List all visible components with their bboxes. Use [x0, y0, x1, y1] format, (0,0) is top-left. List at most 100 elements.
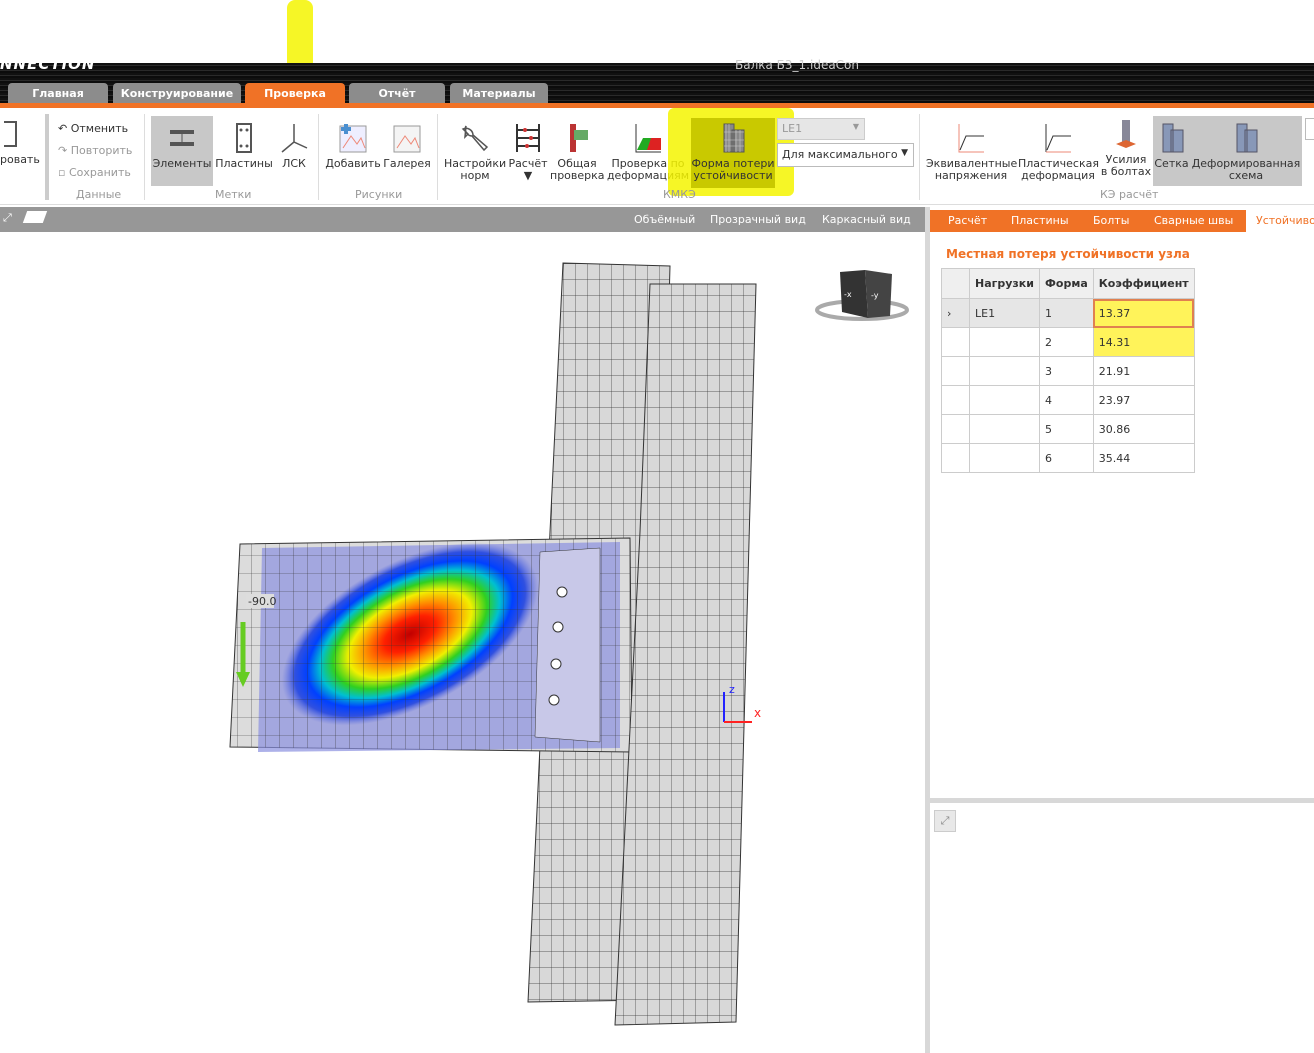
- cell-shape: 4: [1039, 385, 1094, 415]
- cell-load: [969, 327, 1040, 357]
- col-loads[interactable]: Нагрузки: [969, 268, 1040, 299]
- tab-home[interactable]: Главная: [8, 83, 108, 104]
- extra-dropdown[interactable]: [1305, 118, 1314, 140]
- 3d-viewport[interactable]: -90.0 z x -x -y: [0, 232, 925, 1053]
- lcs-label: ЛСК: [282, 157, 306, 170]
- plastic-strain-button[interactable]: Пластическая деформация: [1018, 122, 1099, 182]
- app-logo: NNECTION: [0, 55, 96, 73]
- mode-value: Для максимального: [782, 148, 898, 161]
- buckling-shape-button[interactable]: Форма потери устойчивости: [691, 118, 775, 188]
- tab-bolts[interactable]: Болты: [1093, 214, 1129, 227]
- cell-load: [969, 356, 1040, 386]
- calculate-dropdown-icon[interactable]: ▼: [524, 169, 532, 182]
- equivalent-stress-label-2: напряжения: [934, 169, 1008, 182]
- group-labels-label: Метки: [215, 188, 252, 201]
- cell-load: [969, 443, 1040, 473]
- gallery-label: Галерея: [383, 157, 431, 170]
- add-picture-icon: [339, 124, 367, 153]
- mesh-button[interactable]: Сетка: [1153, 116, 1190, 186]
- chevron-down-icon: ▼: [901, 148, 908, 158]
- fullscreen-icon[interactable]: ⤢: [3, 211, 12, 225]
- lcs-button[interactable]: ЛСК: [276, 122, 312, 170]
- group-pictures-label: Рисунки: [355, 188, 403, 201]
- panel-horizontal-splitter[interactable]: [930, 798, 1314, 803]
- bolt-forces-label-2: в болтах: [1100, 165, 1152, 178]
- chevron-down-icon: ▼: [852, 122, 859, 131]
- tab-design[interactable]: Конструирование: [113, 83, 241, 104]
- cell-load: [969, 414, 1040, 444]
- right-panel-tabs: Расчёт Пластины Болты Сварные швы Устойч…: [930, 210, 1314, 232]
- tab-materials[interactable]: Материалы: [450, 83, 548, 104]
- col-shape[interactable]: Форма: [1039, 268, 1094, 299]
- mesh-icon: [1162, 123, 1183, 153]
- deformed-shape-button[interactable]: Деформированная схема: [1190, 116, 1302, 186]
- gallery-button[interactable]: Галерея: [383, 122, 431, 170]
- undo-button[interactable]: ↶ Отменить: [58, 122, 128, 135]
- save-label: Сохранить: [68, 166, 131, 179]
- tab-plates[interactable]: Пластины: [1011, 214, 1069, 227]
- tab-report[interactable]: Отчёт: [349, 83, 445, 104]
- save-button[interactable]: ▫ Сохранить: [58, 166, 131, 179]
- tab-calculation[interactable]: Расчёт: [948, 214, 987, 227]
- undo-label: Отменить: [70, 122, 129, 135]
- cell-factor: 14.31: [1092, 327, 1195, 357]
- view-cube[interactable]: -x -y: [815, 270, 909, 321]
- bolt-forces-button[interactable]: Усилия в болтах: [1100, 118, 1152, 178]
- tab-stability[interactable]: Устойчивос: [1246, 210, 1314, 232]
- wrench-icon: [461, 125, 489, 152]
- tab-welds[interactable]: Сварные швы: [1154, 214, 1233, 227]
- table-row[interactable]: › LE1 1 13.37: [941, 298, 1195, 328]
- buckling-shape-label-2: устойчивости: [693, 169, 773, 182]
- plastic-strain-label-2: деформация: [1021, 169, 1095, 182]
- row-header-col: [941, 268, 970, 299]
- cell-load: [969, 385, 1040, 415]
- transparent-view-button[interactable]: Прозрачный вид: [710, 213, 806, 226]
- load-case-select[interactable]: LE1 ▼: [777, 118, 865, 140]
- elements-button[interactable]: Элементы: [151, 116, 213, 186]
- table-row[interactable]: 5 30.86: [941, 414, 1195, 444]
- cell-factor: 21.91: [1092, 356, 1195, 386]
- plates-label: Пластины: [215, 157, 273, 170]
- overall-check-button[interactable]: Общая проверка: [550, 122, 605, 182]
- cell-shape: 3: [1039, 356, 1094, 386]
- tab-check[interactable]: Проверка: [245, 83, 345, 104]
- plastic-strain-icon: [1045, 124, 1071, 153]
- cube-face-right: -y: [871, 291, 879, 300]
- load-value: -90.0: [248, 595, 276, 608]
- box-view-icon[interactable]: [22, 211, 48, 223]
- cell-shape: 6: [1039, 443, 1094, 473]
- end-plate: [534, 547, 601, 743]
- cell-shape: 2: [1039, 327, 1094, 357]
- load-case-value: LE1: [782, 122, 803, 135]
- deformed-mesh-icon: [1236, 123, 1258, 153]
- solid-view-button[interactable]: Объёмный: [634, 213, 695, 226]
- add-picture-button[interactable]: Добавить: [325, 122, 381, 170]
- overall-check-label-2: проверка: [550, 169, 605, 182]
- redo-button[interactable]: ↷ Повторить: [58, 144, 132, 157]
- export-button[interactable]: ровать: [0, 118, 40, 166]
- cell-factor[interactable]: 13.37: [1092, 298, 1195, 328]
- table-row[interactable]: 6 35.44: [941, 443, 1195, 473]
- expand-icon[interactable]: ⤢: [934, 810, 956, 832]
- deformed-shape-label-2: схема: [1228, 169, 1264, 182]
- table-row[interactable]: 2 14.31: [941, 327, 1195, 357]
- cube-face-left: -x: [844, 290, 852, 299]
- code-settings-button[interactable]: Настройки норм: [444, 122, 506, 182]
- table-row[interactable]: 4 23.97: [941, 385, 1195, 415]
- deformation-check-icon: [635, 124, 661, 153]
- calculate-button[interactable]: Расчёт ▼: [508, 122, 548, 182]
- plates-button[interactable]: Пластины: [215, 122, 273, 170]
- cell-shape: 5: [1039, 414, 1094, 444]
- plate-icon: [236, 123, 252, 153]
- redo-label: Повторить: [70, 144, 133, 157]
- col-factor[interactable]: Коэффициент: [1092, 268, 1195, 299]
- equivalent-stress-button[interactable]: Эквивалентные напряжения: [926, 122, 1017, 182]
- bolt-forces-icon: [1116, 120, 1136, 148]
- panel-title: Местная потеря устойчивости узла: [946, 247, 1190, 261]
- wireframe-view-button[interactable]: Каркасный вид: [822, 213, 911, 226]
- highlight-marker: [287, 0, 313, 70]
- ribbon: ровать ↶ Отменить ↷ Повторить ▫ Сохранит…: [0, 108, 1314, 205]
- mode-select[interactable]: Для максимального ▼: [777, 143, 914, 167]
- table-row[interactable]: 3 21.91: [941, 356, 1195, 386]
- panel-splitter[interactable]: [925, 207, 930, 1053]
